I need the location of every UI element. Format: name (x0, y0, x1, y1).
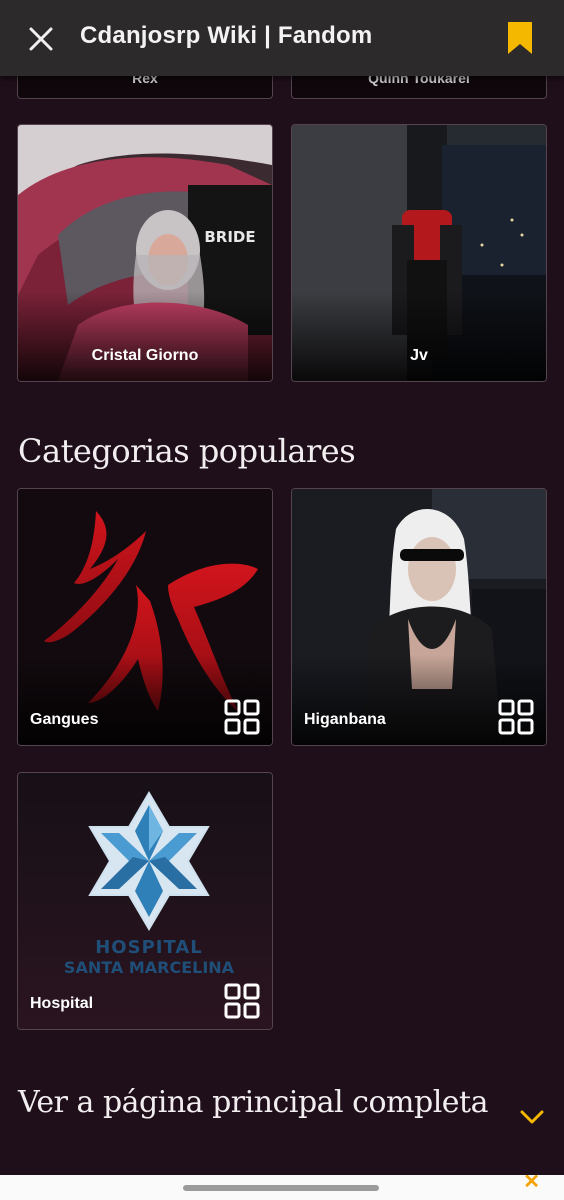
character-card-jv[interactable]: Jv (291, 124, 547, 382)
category-grid-icon (498, 699, 534, 735)
category-card-higanbana[interactable]: Higanbana (291, 488, 547, 746)
home-indicator[interactable] (183, 1185, 379, 1191)
close-icon[interactable] (26, 24, 56, 54)
page-title: Cdanjosrp Wiki | Fandom (80, 22, 373, 49)
top-app-bar: Cdanjosrp Wiki | Fandom (0, 0, 564, 76)
category-card-gangues[interactable]: Gangues (17, 488, 273, 746)
category-grid-icon (224, 699, 260, 735)
bookmark-icon[interactable] (505, 20, 535, 56)
character-card-label: Jv (410, 347, 428, 364)
section-title-popular-categories: Categorias populares (18, 432, 356, 470)
hospital-logo-line1: HOSPITAL (95, 937, 203, 958)
category-card-label: Gangues (30, 711, 99, 728)
category-card-label: Higanbana (304, 711, 386, 728)
character-card-partial[interactable]: Quinn Toukarel (291, 76, 547, 99)
view-full-main-page-link[interactable]: Ver a página principal completa (18, 1086, 498, 1120)
hospital-logo-line2: SANTA MARCELINA (64, 958, 235, 977)
character-card-label: Cristal Giorno (91, 347, 199, 364)
character-card-partial[interactable]: Rex (17, 76, 273, 99)
chevron-down-icon[interactable] (518, 1107, 546, 1127)
category-card-hospital[interactable]: HOSPITAL SANTA MARCELINA Hospital (17, 772, 273, 1030)
character-card-label: Rex (132, 76, 158, 86)
category-card-label: Hospital (30, 995, 94, 1012)
seat-brand-text: BRIDE (204, 228, 255, 246)
character-card-cristal-giorno[interactable]: BRIDE Cristal Giorno (17, 124, 273, 382)
character-card-label: Quinn Toukarel (368, 76, 470, 86)
category-grid-icon (224, 983, 260, 1019)
close-icon[interactable]: ✕ (523, 1175, 540, 1194)
